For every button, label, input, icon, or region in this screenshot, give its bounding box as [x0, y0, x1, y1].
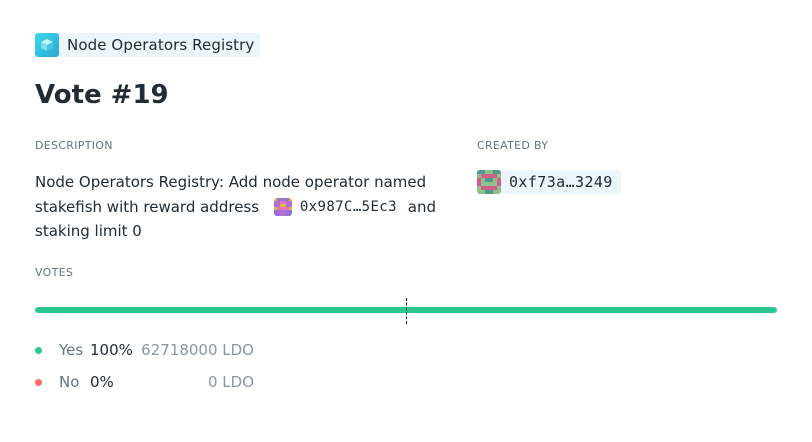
reward-address: 0x987C…5Ec3 — [299, 198, 397, 215]
vote-description: Node Operators Registry: Add node operat… — [35, 170, 455, 244]
no-dot-icon — [35, 378, 42, 386]
creator-address-badge[interactable]: 0xf73a…3249 — [477, 170, 621, 194]
quorum-marker — [406, 298, 407, 324]
votes-label: VOTES — [35, 266, 74, 279]
yes-dot-icon — [35, 346, 42, 354]
vote-percent: 0% — [90, 373, 114, 391]
description-line-1: Node Operators Registry: Add node operat… — [35, 173, 427, 191]
creator-avatar — [477, 170, 501, 194]
vote-option-label: No — [59, 373, 80, 391]
description-line-2-start: stakefish with reward address — [35, 197, 260, 216]
description-line-2-end: and — [407, 197, 436, 216]
app-badge[interactable]: Node Operators Registry — [35, 33, 261, 57]
vote-detail-panel: Node Operators Registry Vote #19 DESCRIP… — [0, 0, 812, 442]
created-by-label: CREATED BY — [477, 139, 549, 152]
description-line-3: staking limit 0 — [35, 222, 142, 241]
description-line-2: stakefish with reward address 0x987C…5Ec… — [35, 195, 455, 220]
vote-amount: 0 LDO — [207, 373, 254, 391]
cube-icon — [35, 33, 59, 57]
vote-title: Vote #19 — [35, 80, 169, 110]
creator-address: 0xf73a…3249 — [509, 173, 613, 191]
vote-result-yes: Yes 100% 62718000 LDO — [35, 340, 254, 360]
reward-address-badge[interactable]: 0x987C…5Ec3 — [273, 195, 397, 220]
description-label: DESCRIPTION — [35, 139, 113, 152]
vote-result-no: No 0% 0 LDO — [35, 372, 254, 392]
vote-option-label: Yes — [59, 341, 84, 359]
vote-amount: 62718000 LDO — [141, 341, 254, 359]
reward-address-avatar — [273, 198, 292, 216]
app-name: Node Operators Registry — [67, 36, 255, 54]
vote-percent: 100% — [90, 341, 133, 359]
